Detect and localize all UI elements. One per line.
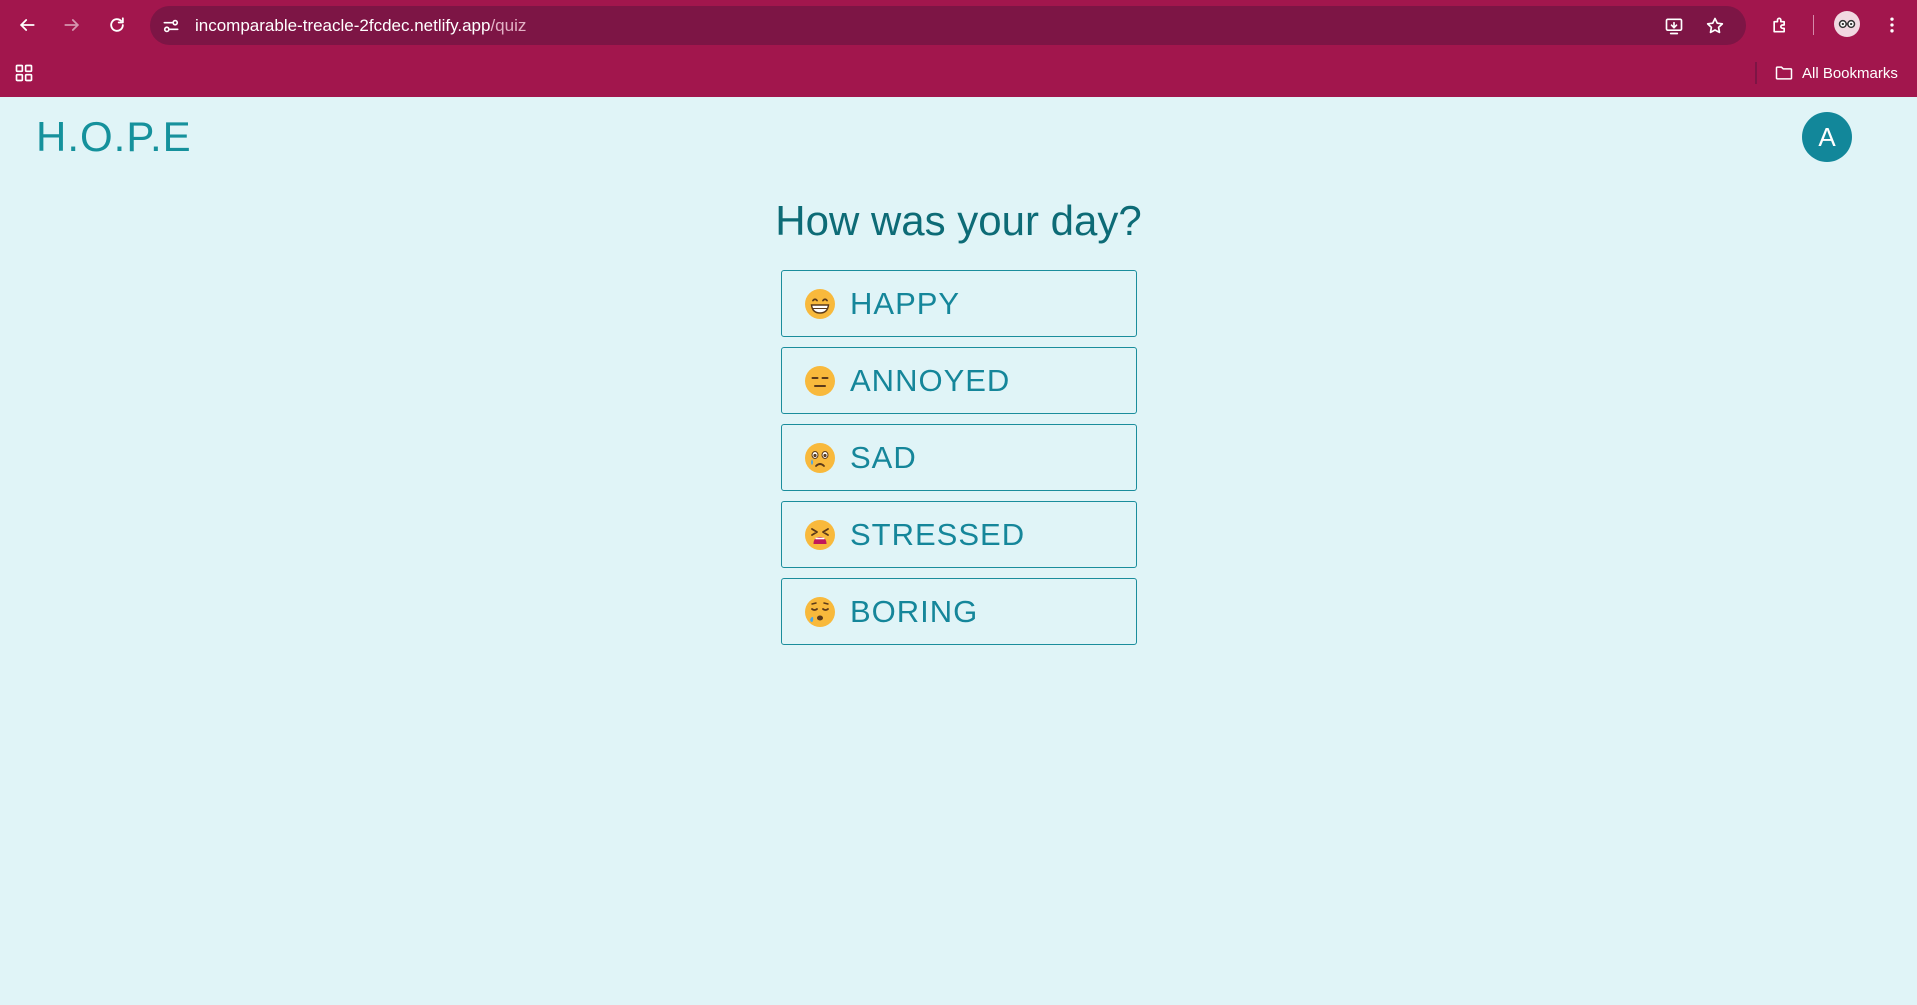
user-avatar[interactable]: A [1802, 112, 1852, 162]
site-settings-icon[interactable] [160, 15, 182, 37]
tired-face-icon [805, 519, 835, 550]
extensions-icon[interactable] [1765, 10, 1795, 40]
sleepy-face-icon [805, 596, 835, 627]
expressionless-face-icon [805, 365, 835, 396]
browser-toolbar: incomparable-treacle-2fcdec.netlify.app/… [0, 0, 1917, 50]
mood-option-stressed[interactable]: STRESSED [781, 501, 1137, 568]
grinning-face-icon [805, 288, 835, 319]
crying-face-icon [805, 442, 835, 473]
back-button[interactable] [12, 10, 42, 40]
url-text[interactable]: incomparable-treacle-2fcdec.netlify.app/… [195, 16, 526, 36]
browser-profile-avatar[interactable] [1834, 11, 1860, 37]
address-bar[interactable]: incomparable-treacle-2fcdec.netlify.app/… [150, 6, 1746, 45]
bookmark-star-icon[interactable] [1703, 14, 1727, 38]
reload-button[interactable] [102, 10, 132, 40]
bookmarks-bar: All Bookmarks [0, 50, 1917, 97]
toolbar-divider [1813, 15, 1814, 35]
install-app-icon[interactable] [1662, 14, 1686, 38]
all-bookmarks-label: All Bookmarks [1802, 64, 1898, 82]
quiz-question: How was your day? [775, 197, 1142, 244]
bookmarks-divider [1755, 62, 1757, 84]
mood-option-label: ANNOYED [850, 362, 1011, 398]
mood-option-label: BORING [850, 593, 979, 629]
mood-option-label: STRESSED [850, 516, 1026, 552]
url-path: /quiz [490, 16, 527, 35]
mood-option-boring[interactable]: BORING [781, 578, 1137, 645]
page-content: H.O.P.E A How was your day? HAPPY ANNOYE… [0, 97, 1917, 1005]
browser-chrome: incomparable-treacle-2fcdec.netlify.app/… [0, 0, 1917, 97]
reload-icon [110, 17, 124, 32]
mood-option-label: HAPPY [850, 285, 961, 321]
all-bookmarks-button[interactable]: All Bookmarks [1774, 61, 1898, 85]
glasses-icon [1838, 19, 1856, 29]
url-host: incomparable-treacle-2fcdec.netlify.app [195, 16, 491, 35]
mood-option-sad[interactable]: SAD [781, 424, 1137, 491]
mood-options: HAPPY ANNOYED SAD STRESSED BORING [781, 270, 1137, 655]
mood-option-annoyed[interactable]: ANNOYED [781, 347, 1137, 414]
mood-option-happy[interactable]: HAPPY [781, 270, 1137, 337]
brand-logo[interactable]: H.O.P.E [36, 113, 192, 161]
arrow-left-icon [20, 19, 35, 31]
apps-grid-icon[interactable] [12, 61, 36, 85]
browser-menu-icon[interactable] [1877, 10, 1907, 40]
forward-button[interactable] [57, 10, 87, 40]
folder-icon [1775, 66, 1793, 80]
mood-option-label: SAD [850, 439, 917, 475]
arrow-right-icon [64, 19, 79, 31]
